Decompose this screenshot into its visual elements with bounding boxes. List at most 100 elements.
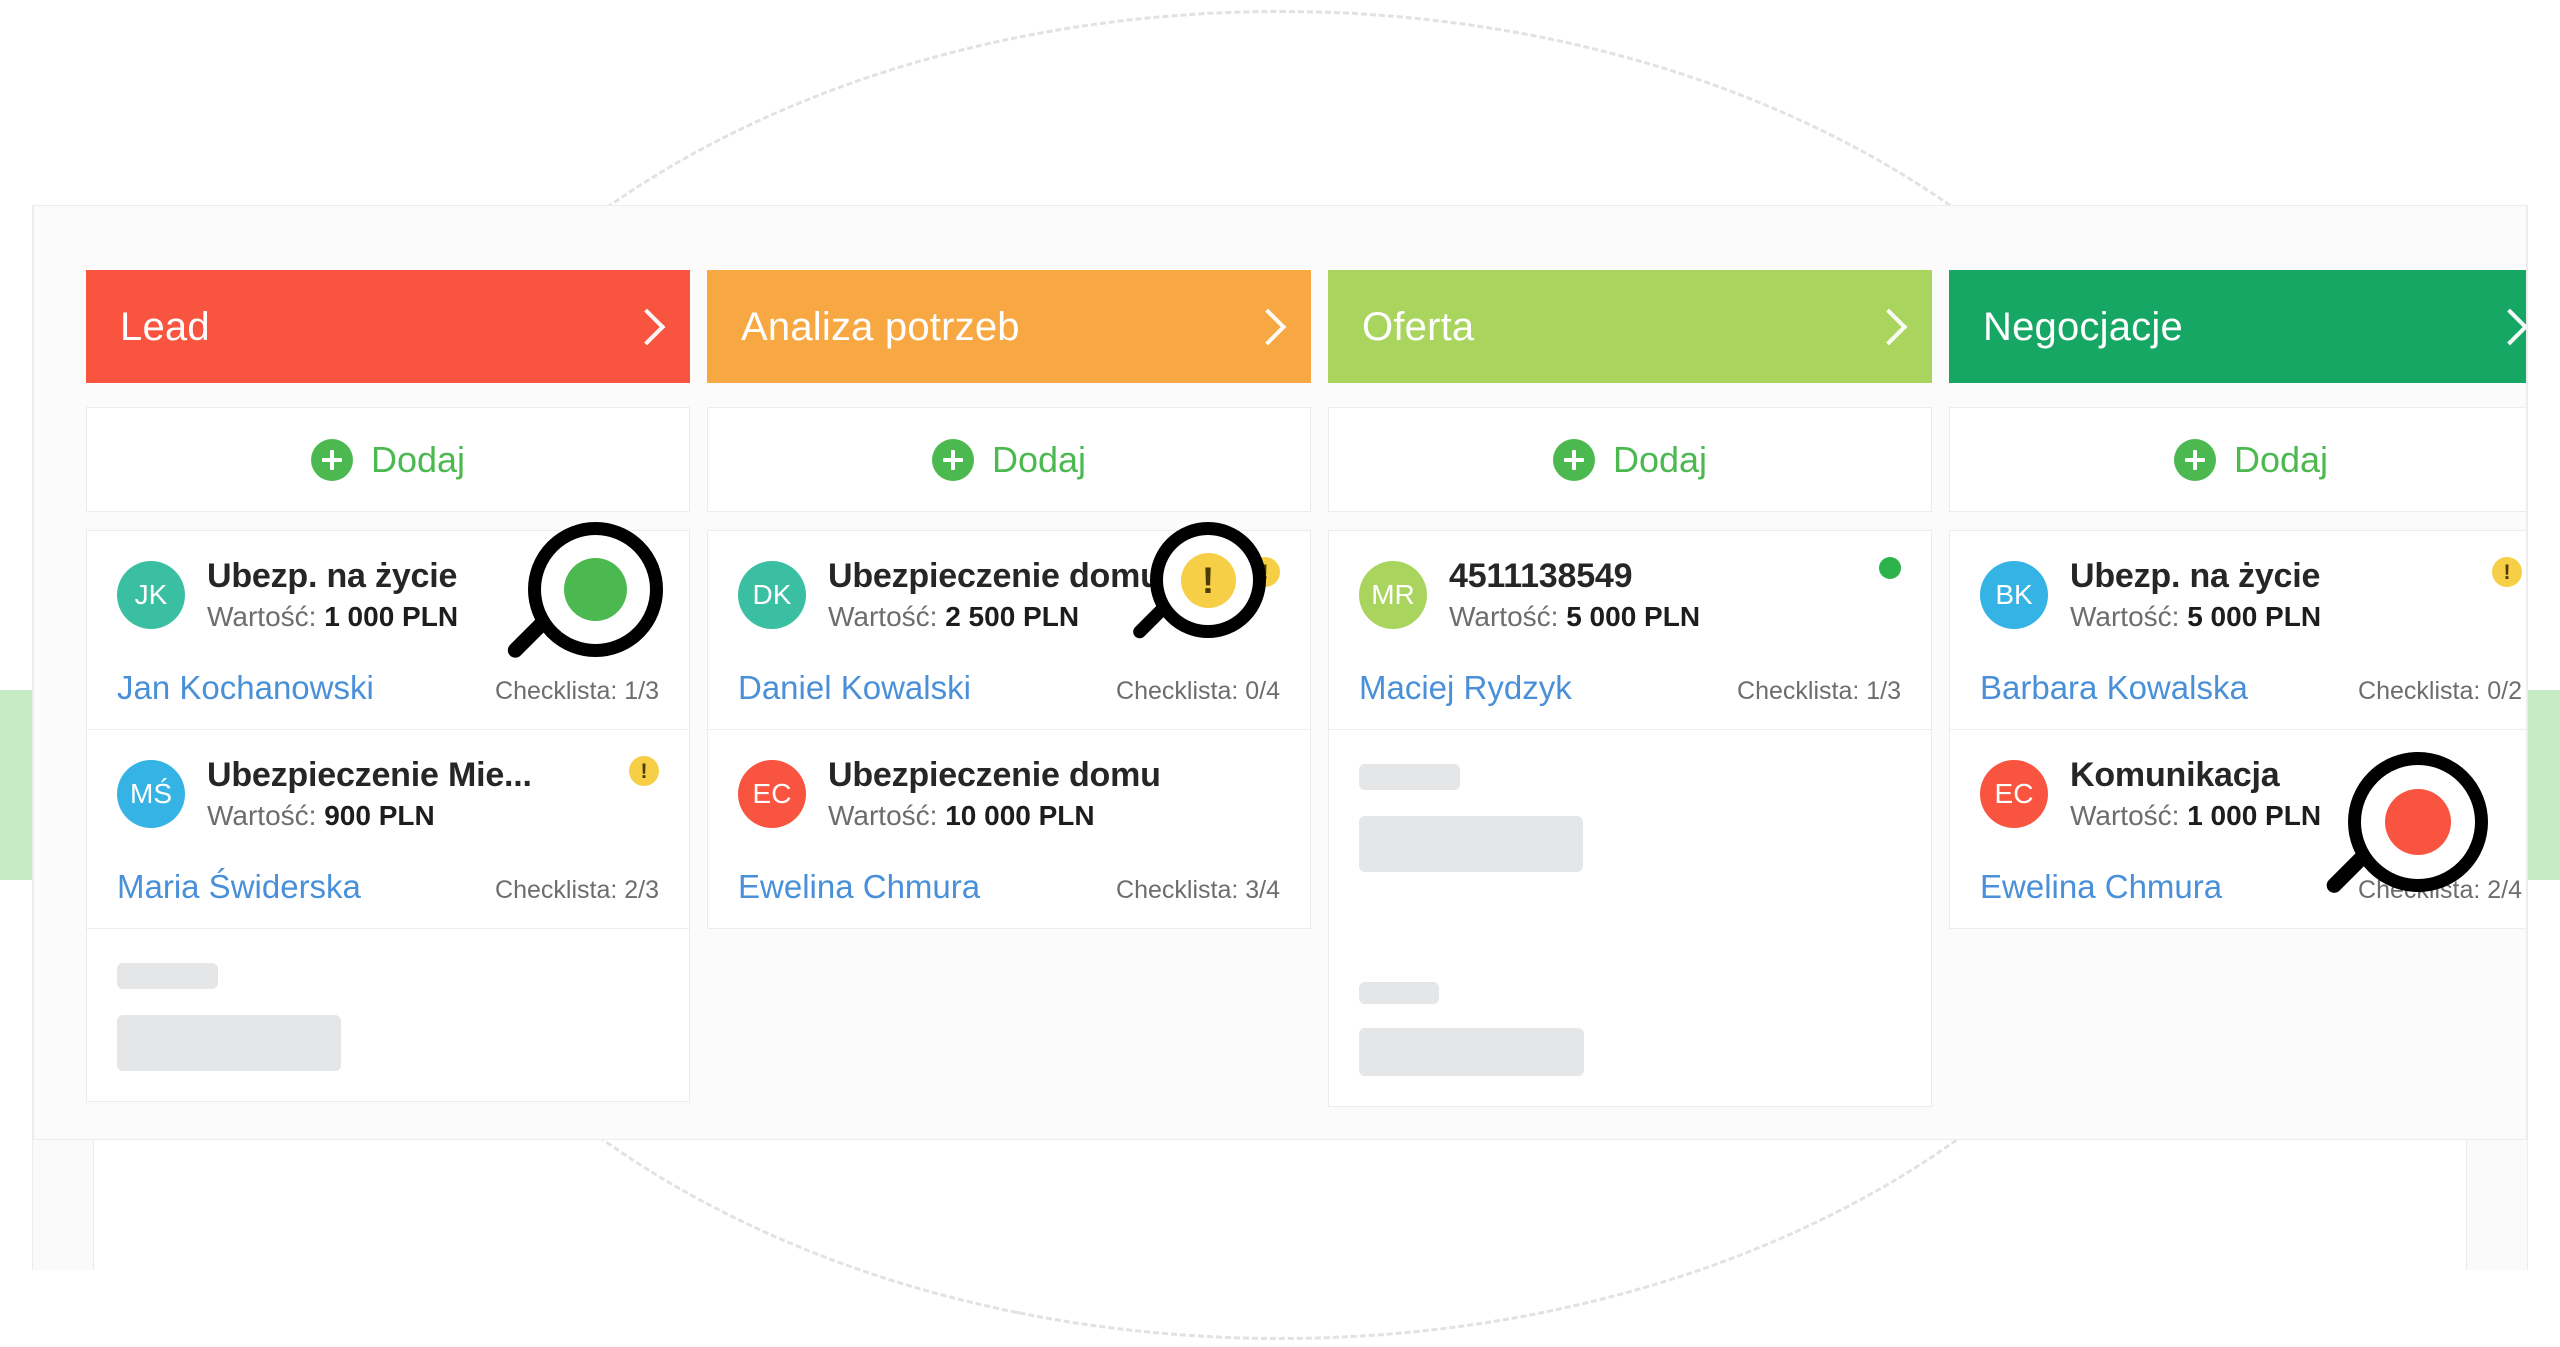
chevron-right-icon[interactable]: [1870, 308, 1908, 345]
card-text-block: Komunikacja Wartość: 1 000 PLN: [2070, 756, 2321, 832]
card-list: MR 4511138549 Wartość: 5 000 PLN Maciej Ryd…: [1328, 530, 1932, 731]
add-card-label: Dodaj: [991, 438, 1087, 480]
card-contact-link[interactable]: Maciej Rydzyk: [1359, 669, 1572, 707]
adjacent-column-tab-left[interactable]: [0, 690, 32, 880]
card-value: Wartość: 1 000 PLN: [207, 601, 458, 633]
card-top-row: EC Komunikacja Wartość: 1 000 PLN: [1980, 756, 2522, 832]
loading-placeholder-bar: [1359, 982, 1439, 1005]
column-body: Dodaj JK Ubezp. na życie Wartość: 1 000 PLN…: [86, 407, 690, 1139]
deal-card[interactable]: EC Komunikacja Wartość: 1 000 PLN Ewelina C…: [1950, 730, 2526, 928]
column-title: Oferta: [1362, 304, 1475, 349]
card-checklist-status: Checklista: 1/3: [495, 677, 659, 706]
card-title: Ubezpieczenie Mie...: [207, 756, 532, 795]
card-checklist-status: Checklista: 2/4: [2358, 876, 2522, 905]
chevron-right-icon[interactable]: [628, 308, 666, 345]
deal-card[interactable]: DK Ubezpieczenie domu Wartość: 2 500 PLN Da…: [708, 531, 1310, 731]
column-header[interactable]: Negocjacje: [1949, 270, 2526, 383]
column-header[interactable]: Lead: [86, 270, 690, 383]
card-list: JK Ubezp. na życie Wartość: 1 000 PLN Jan K…: [86, 530, 690, 930]
plus-icon: [1552, 438, 1595, 481]
card-text-block: Ubezp. na życie Wartość: 1 000 PLN: [207, 557, 458, 633]
add-card-label: Dodaj: [370, 438, 466, 480]
deal-card[interactable]: EC Ubezpieczenie domu Wartość: 10 000 PLN E…: [708, 730, 1310, 928]
loading-placeholder-bar: [1359, 1028, 1584, 1077]
avatar: MR: [1359, 561, 1427, 629]
card-value: Wartość: 1 000 PLN: [2070, 800, 2321, 832]
card-contact-link[interactable]: Daniel Kowalski: [738, 669, 971, 707]
loading-placeholder-bar: [1359, 816, 1583, 873]
column-header[interactable]: Analiza potrzeb: [707, 270, 1311, 383]
card-bottom-row: Jan Kochanowski Checklista: 1/3: [117, 669, 659, 707]
card-checklist-status: Checklista: 1/3: [1737, 677, 1901, 706]
card-text-block: Ubezpieczenie domu Wartość: 2 500 PLN: [828, 557, 1161, 633]
card-value-amount: 1 000 PLN: [324, 601, 459, 633]
column-body: Dodaj MR 4511138549 Wartość: 5 000 PLN Macie…: [1328, 407, 1932, 1139]
card-value-label: Wartość:: [207, 800, 317, 832]
card-contact-link[interactable]: Barbara Kowalska: [1980, 669, 2248, 707]
card-top-row: BK Ubezp. na życie Wartość: 5 000 PLN: [1980, 557, 2522, 633]
card-title: Ubezpieczenie domu: [828, 756, 1161, 795]
chevron-right-icon[interactable]: [1249, 308, 1287, 345]
add-card-button[interactable]: Dodaj: [1328, 407, 1932, 512]
card-text-block: 4511138549 Wartość: 5 000 PLN: [1449, 557, 1700, 633]
card-value: Wartość: 5 000 PLN: [2070, 601, 2321, 633]
card-top-row: EC Ubezpieczenie domu Wartość: 10 000 PLN: [738, 756, 1280, 832]
avatar: DK: [738, 561, 806, 629]
card-value-label: Wartość:: [1449, 601, 1559, 633]
card-text-block: Ubezpieczenie Mie... Wartość: 900 PLN: [207, 756, 532, 832]
card-contact-link[interactable]: Ewelina Chmura: [738, 868, 980, 906]
plus-icon: [2173, 438, 2216, 481]
deal-card[interactable]: MŚ Ubezpieczenie Mie... Wartość: 900 PLN Ma…: [87, 730, 689, 928]
status-warning-icon: !: [1250, 557, 1280, 587]
card-contact-link[interactable]: Maria Świderska: [117, 868, 361, 906]
column-title: Lead: [120, 304, 210, 349]
kanban-column: Analiza potrzeb Dodaj DK Ubezpieczenie domu…: [707, 270, 1311, 1139]
add-card-label: Dodaj: [2233, 438, 2329, 480]
adjacent-column-tab-right[interactable]: [2528, 690, 2560, 880]
status-dot-green-icon: [1879, 557, 1901, 579]
card-contact-link[interactable]: Jan Kochanowski: [117, 669, 374, 707]
column-header[interactable]: Oferta: [1328, 270, 1932, 383]
card-value-amount: 1 000 PLN: [2187, 800, 2322, 832]
card-checklist-status: Checklista: 0/4: [1116, 677, 1280, 706]
kanban-column: Negocjacje Dodaj BK Ubezp. na życie Wartość:…: [1949, 270, 2526, 1139]
add-card-button[interactable]: Dodaj: [1949, 407, 2526, 512]
card-title: Ubezp. na życie: [207, 557, 458, 595]
card-checklist-status: Checklista: 2/3: [495, 876, 659, 905]
add-card-label: Dodaj: [1612, 438, 1708, 480]
add-card-button[interactable]: Dodaj: [86, 407, 690, 512]
card-value-label: Wartość:: [2070, 800, 2180, 832]
card-title: Ubezpieczenie domu: [828, 557, 1161, 595]
add-card-button[interactable]: Dodaj: [707, 407, 1311, 512]
chevron-right-icon[interactable]: [2491, 308, 2526, 345]
loading-placeholder-bar: [117, 963, 218, 990]
card-top-row: JK Ubezp. na życie Wartość: 1 000 PLN: [117, 557, 659, 633]
card-value: Wartość: 5 000 PLN: [1449, 601, 1700, 633]
card-list: DK Ubezpieczenie domu Wartość: 2 500 PLN Da…: [707, 530, 1311, 930]
card-value-amount: 900 PLN: [324, 800, 435, 832]
kanban-board-screenshot: Lead Dodaj JK Ubezp. na życie Wartość: 1 000…: [0, 0, 2560, 1347]
column-title: Analiza potrzeb: [741, 304, 1020, 349]
deal-card[interactable]: JK Ubezp. na życie Wartość: 1 000 PLN Jan K…: [87, 531, 689, 731]
deal-card[interactable]: BK Ubezp. na życie Wartość: 5 000 PLN Barba…: [1950, 531, 2526, 731]
loading-placeholder-bar: [1359, 764, 1460, 791]
card-bottom-row: Maciej Rydzyk Checklista: 1/3: [1359, 669, 1901, 707]
card-value: Wartość: 900 PLN: [207, 800, 532, 832]
card-value-label: Wartość:: [207, 601, 317, 633]
card-contact-link[interactable]: Ewelina Chmura: [1980, 868, 2222, 906]
deal-card[interactable]: MR 4511138549 Wartość: 5 000 PLN Maciej Ryd…: [1329, 531, 1931, 729]
card-value-label: Wartość:: [2070, 601, 2180, 633]
card-value-amount: 10 000 PLN: [945, 800, 1095, 832]
card-list: BK Ubezp. na życie Wartość: 5 000 PLN Barba…: [1949, 530, 2526, 930]
column-body: Dodaj DK Ubezpieczenie domu Wartość: 2 500 …: [707, 407, 1311, 1139]
card-value-amount: 2 500 PLN: [945, 601, 1080, 633]
plus-icon: [310, 438, 353, 481]
kanban-column: Oferta Dodaj MR 4511138549 Wartość: 5 000 PL…: [1328, 270, 1932, 1139]
status-dot-green-icon: [637, 557, 659, 579]
card-title: Komunikacja: [2070, 756, 2280, 795]
card-top-row: MŚ Ubezpieczenie Mie... Wartość: 900 PLN: [117, 756, 659, 832]
card-value-label: Wartość:: [828, 800, 938, 832]
card-top-row: DK Ubezpieczenie domu Wartość: 2 500 PLN: [738, 557, 1280, 633]
card-text-block: Ubezpieczenie domu Wartość: 10 000 PLN: [828, 756, 1161, 832]
avatar: BK: [1980, 561, 2048, 629]
